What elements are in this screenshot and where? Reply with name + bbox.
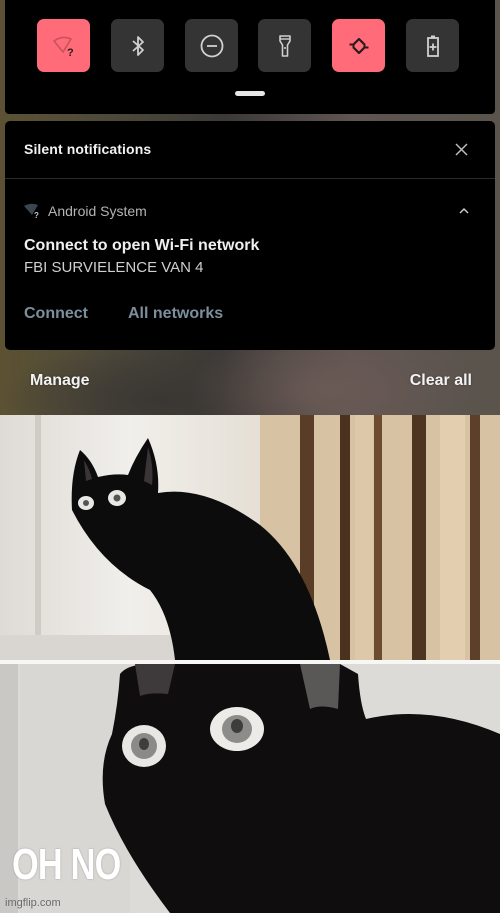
notification-header: ? Android System <box>24 201 147 221</box>
minus-circle-icon <box>200 34 223 57</box>
flashlight-icon <box>278 34 291 57</box>
cat-photo-top <box>0 415 500 660</box>
tile-auto-rotate[interactable] <box>332 19 385 72</box>
meme-image-top <box>0 415 500 660</box>
tile-flashlight[interactable] <box>258 19 311 72</box>
collapse-button[interactable] <box>456 203 472 217</box>
notification-title: Connect to open Wi-Fi network <box>24 237 260 254</box>
wifi-question-icon: ? <box>52 36 74 59</box>
section-divider <box>5 178 495 179</box>
meme-caption: OH NO <box>12 840 121 889</box>
notification-text: FBI SURVIELENCE VAN 4 <box>24 259 204 276</box>
all-networks-button[interactable]: All networks <box>128 305 223 323</box>
panel-drag-handle[interactable] <box>235 91 265 96</box>
app-name: Android System <box>48 203 147 219</box>
manage-button[interactable]: Manage <box>30 372 90 390</box>
silent-notifications-card: Silent notifications ? Android System Co… <box>5 121 495 350</box>
bluetooth-icon <box>131 35 144 56</box>
svg-text:?: ? <box>67 47 74 59</box>
tile-bluetooth[interactable] <box>111 19 164 72</box>
battery-plus-icon <box>426 35 439 57</box>
close-icon <box>454 142 468 156</box>
chevron-up-icon <box>459 207 469 213</box>
rotate-icon <box>349 37 368 54</box>
dismiss-section-button[interactable] <box>451 139 471 159</box>
connect-button[interactable]: Connect <box>24 305 88 323</box>
clear-all-button[interactable]: Clear all <box>410 372 472 390</box>
tile-battery-saver[interactable] <box>406 19 459 72</box>
svg-text:?: ? <box>34 211 39 219</box>
quick-settings-panel: ? <box>5 0 495 114</box>
imgflip-watermark: imgflip.com <box>5 897 61 909</box>
tile-do-not-disturb[interactable] <box>185 19 238 72</box>
tile-wifi[interactable]: ? <box>37 19 90 72</box>
wifi-question-icon: ? <box>24 203 39 219</box>
section-title: Silent notifications <box>24 141 152 157</box>
